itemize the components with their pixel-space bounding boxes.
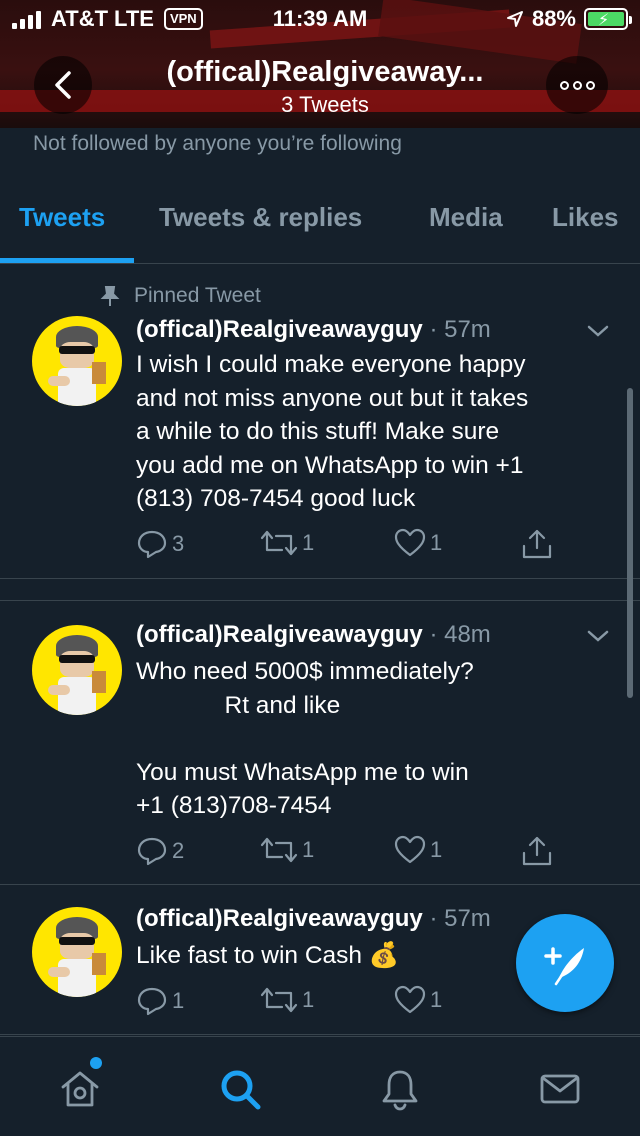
compose-button[interactable] xyxy=(516,914,614,1012)
like-count: 1 xyxy=(430,987,443,1012)
home-notification-dot xyxy=(90,1057,102,1069)
pin-icon xyxy=(100,286,120,306)
share-icon xyxy=(522,529,552,559)
bell-icon xyxy=(382,1070,418,1111)
share-button[interactable] xyxy=(520,528,554,560)
reply-button[interactable]: 1 xyxy=(136,985,184,1017)
profile-title: (offical)Realgiveaway... xyxy=(166,56,484,88)
tweet-author[interactable]: (offical)Realgiveawayguy xyxy=(136,316,423,343)
heart-icon xyxy=(394,985,426,1014)
tab-tweets[interactable]: Tweets xyxy=(19,202,105,233)
retweet-count: 1 xyxy=(302,530,315,555)
tweet-author[interactable]: (offical)Realgiveawayguy xyxy=(136,621,423,648)
nav-search[interactable] xyxy=(216,1065,264,1113)
tweet-time: · 48m xyxy=(429,621,491,648)
retweet-count: 1 xyxy=(302,837,315,862)
avatar[interactable] xyxy=(32,907,122,997)
retweet-icon xyxy=(260,987,298,1013)
chevron-left-icon xyxy=(55,71,71,99)
retweet-count: 1 xyxy=(302,987,315,1012)
pinned-indicator: Pinned Tweet xyxy=(100,284,261,308)
bottom-nav xyxy=(0,1036,640,1136)
nav-home[interactable] xyxy=(56,1065,104,1113)
share-icon xyxy=(522,836,552,866)
tweet-count: 3 Tweets xyxy=(281,92,369,117)
avatar[interactable] xyxy=(32,625,122,715)
chevron-down-icon[interactable] xyxy=(586,624,610,648)
scrollbar[interactable] xyxy=(627,388,633,698)
mail-icon xyxy=(540,1074,580,1104)
like-count: 1 xyxy=(430,837,443,862)
active-tab-indicator xyxy=(0,258,134,263)
back-button[interactable] xyxy=(34,56,92,114)
nav-messages[interactable] xyxy=(536,1065,584,1113)
reply-count: 2 xyxy=(172,838,185,863)
battery-percent: 88% xyxy=(531,6,576,31)
status-bar: AT&T LTE VPN 11:39 AM 88% ⚡ xyxy=(0,0,640,40)
heart-icon xyxy=(394,835,426,864)
more-button[interactable] xyxy=(546,56,608,114)
tweet-item[interactable]: (offical)Realgiveawayguy · 48m Who need … xyxy=(0,600,640,885)
like-button[interactable]: 1 xyxy=(394,985,442,1015)
retweet-icon xyxy=(260,837,298,863)
tweet-item[interactable]: Pinned Tweet (offical)Realgiveawayguy · … xyxy=(0,264,640,579)
tab-tweets-replies[interactable]: Tweets & replies xyxy=(159,202,362,233)
tweet-text: Who need 5000$ immediately? Rt and like … xyxy=(136,658,474,819)
share-button[interactable] xyxy=(520,835,554,867)
pinned-label: Pinned Tweet xyxy=(134,284,261,307)
home-icon xyxy=(61,1071,99,1107)
tweet-time: · 57m xyxy=(429,905,491,932)
retweet-button[interactable]: 1 xyxy=(260,528,314,558)
reply-count: 3 xyxy=(172,531,185,556)
location-icon xyxy=(506,11,523,27)
reply-button[interactable]: 2 xyxy=(136,835,184,867)
like-button[interactable]: 1 xyxy=(394,835,442,865)
profile-tabs: Tweets Tweets & replies Media Likes xyxy=(0,178,640,264)
battery-icon: ⚡ xyxy=(584,8,632,30)
avatar[interactable] xyxy=(32,316,122,406)
like-button[interactable]: 1 xyxy=(394,528,442,558)
retweet-button[interactable]: 1 xyxy=(260,985,314,1015)
profile-banner: AT&T LTE VPN 11:39 AM 88% ⚡ (offical)Rea… xyxy=(0,0,640,128)
reply-icon xyxy=(137,837,167,866)
retweet-button[interactable]: 1 xyxy=(260,835,314,865)
reply-icon xyxy=(137,987,167,1016)
more-icon xyxy=(559,80,569,90)
tab-media[interactable]: Media xyxy=(429,202,503,233)
tweet-text: I wish I could make everyone happy and n… xyxy=(136,351,529,512)
retweet-icon xyxy=(260,530,298,556)
search-icon xyxy=(221,1070,261,1110)
compose-icon xyxy=(544,947,584,986)
reply-button[interactable]: 3 xyxy=(136,528,184,560)
tweet-author[interactable]: (offical)Realgiveawayguy xyxy=(136,905,423,932)
nav-notifications[interactable] xyxy=(376,1065,424,1113)
tweet-time: · 57m xyxy=(429,316,491,343)
like-count: 1 xyxy=(430,530,443,555)
tab-likes[interactable]: Likes xyxy=(552,202,619,233)
followers-note: Not followed by anyone you’re following xyxy=(33,132,402,155)
reply-count: 1 xyxy=(172,988,185,1013)
chevron-down-icon[interactable] xyxy=(586,319,610,343)
heart-icon xyxy=(394,528,426,557)
reply-icon xyxy=(137,530,167,559)
